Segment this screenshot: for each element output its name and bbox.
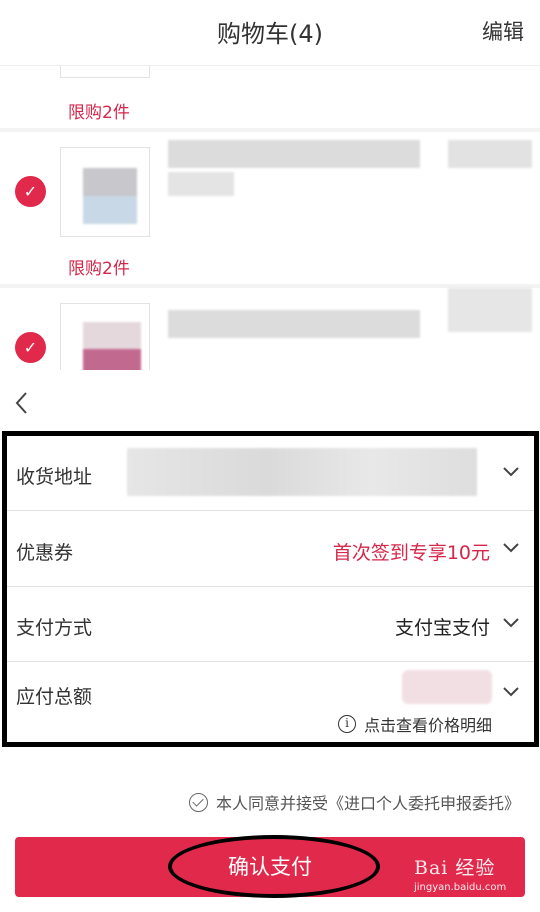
page-title: 购物车(4): [217, 20, 323, 48]
chevron-down-icon: [503, 467, 519, 477]
cart-item[interactable]: ✓: [0, 288, 540, 370]
info-icon: i: [337, 715, 356, 733]
edit-button[interactable]: 编辑: [482, 16, 524, 46]
check-circle-icon: [188, 792, 208, 812]
price-detail-link[interactable]: i 点击查看价格明细: [337, 712, 492, 736]
blurred-total-amount: [402, 670, 492, 704]
coupon-label: 优惠券: [16, 542, 74, 564]
agreement-text: 本人同意并接受《进口个人委托申报委托》: [215, 794, 520, 813]
total-amount-row[interactable]: 应付总额 i 点击查看价格明细: [7, 662, 534, 743]
order-details-highlight: 收货地址 优惠券 首次签到专享10元 支付方式 支付宝支付 应付总额 i 点击查…: [2, 431, 539, 747]
purchase-limit-label: 限购2件: [68, 103, 130, 123]
highlight-ellipse: [168, 835, 380, 898]
blurred-product-price: [448, 140, 532, 168]
product-thumbnail[interactable]: [60, 303, 150, 370]
blurred-product-image: [83, 168, 137, 224]
top-bar: 购物车(4) 编辑: [0, 0, 540, 66]
product-thumbnail[interactable]: [60, 147, 150, 237]
coupon-value: 首次签到专享10元: [332, 542, 490, 564]
payment-method-row[interactable]: 支付方式 支付宝支付: [7, 587, 534, 662]
cart-item[interactable]: 限购2件: [0, 66, 540, 128]
agreement-checkbox[interactable]: 本人同意并接受《进口个人委托申报委托》: [188, 790, 520, 814]
chevron-down-icon: [503, 618, 519, 628]
back-arrow-icon[interactable]: [10, 388, 36, 418]
product-thumbnail[interactable]: [60, 66, 150, 78]
chevron-down-icon: [503, 687, 519, 697]
item-selected-checkbox[interactable]: ✓: [15, 332, 46, 363]
total-amount-label: 应付总额: [16, 686, 93, 708]
blurred-product-name: [168, 172, 234, 196]
blurred-product-name: [168, 310, 420, 338]
shipping-address-label: 收货地址: [16, 466, 93, 488]
chevron-down-icon: [503, 543, 519, 553]
item-selected-checkbox[interactable]: ✓: [15, 176, 46, 207]
order-confirm-sheet: 收货地址 优惠券 首次签到专享10元 支付方式 支付宝支付 应付总额 i 点击查…: [0, 370, 540, 912]
payment-method-label: 支付方式: [16, 617, 93, 639]
blurred-product-name: [168, 140, 420, 168]
coupon-row[interactable]: 优惠券 首次签到专享10元: [7, 512, 534, 587]
blurred-address-text: [127, 448, 477, 496]
shipping-address-row[interactable]: 收货地址: [7, 436, 534, 511]
cart-item[interactable]: ✓ 限购2件: [0, 132, 540, 284]
blurred-product-price: [448, 288, 532, 332]
price-detail-label: 点击查看价格明细: [363, 716, 492, 735]
payment-method-value: 支付宝支付: [394, 617, 490, 639]
checkout-screen: 购物车(4) 编辑 限购2件 ✓ 限购2件 ✓ 收货地址 优惠券 首次签到专享1…: [0, 0, 540, 912]
purchase-limit-label: 限购2件: [68, 259, 130, 279]
cart-list: 限购2件 ✓ 限购2件 ✓: [0, 66, 540, 370]
watermark-logo: Bai 经验 jingyan.baidu.com: [414, 857, 507, 893]
blurred-product-image: [83, 322, 141, 370]
